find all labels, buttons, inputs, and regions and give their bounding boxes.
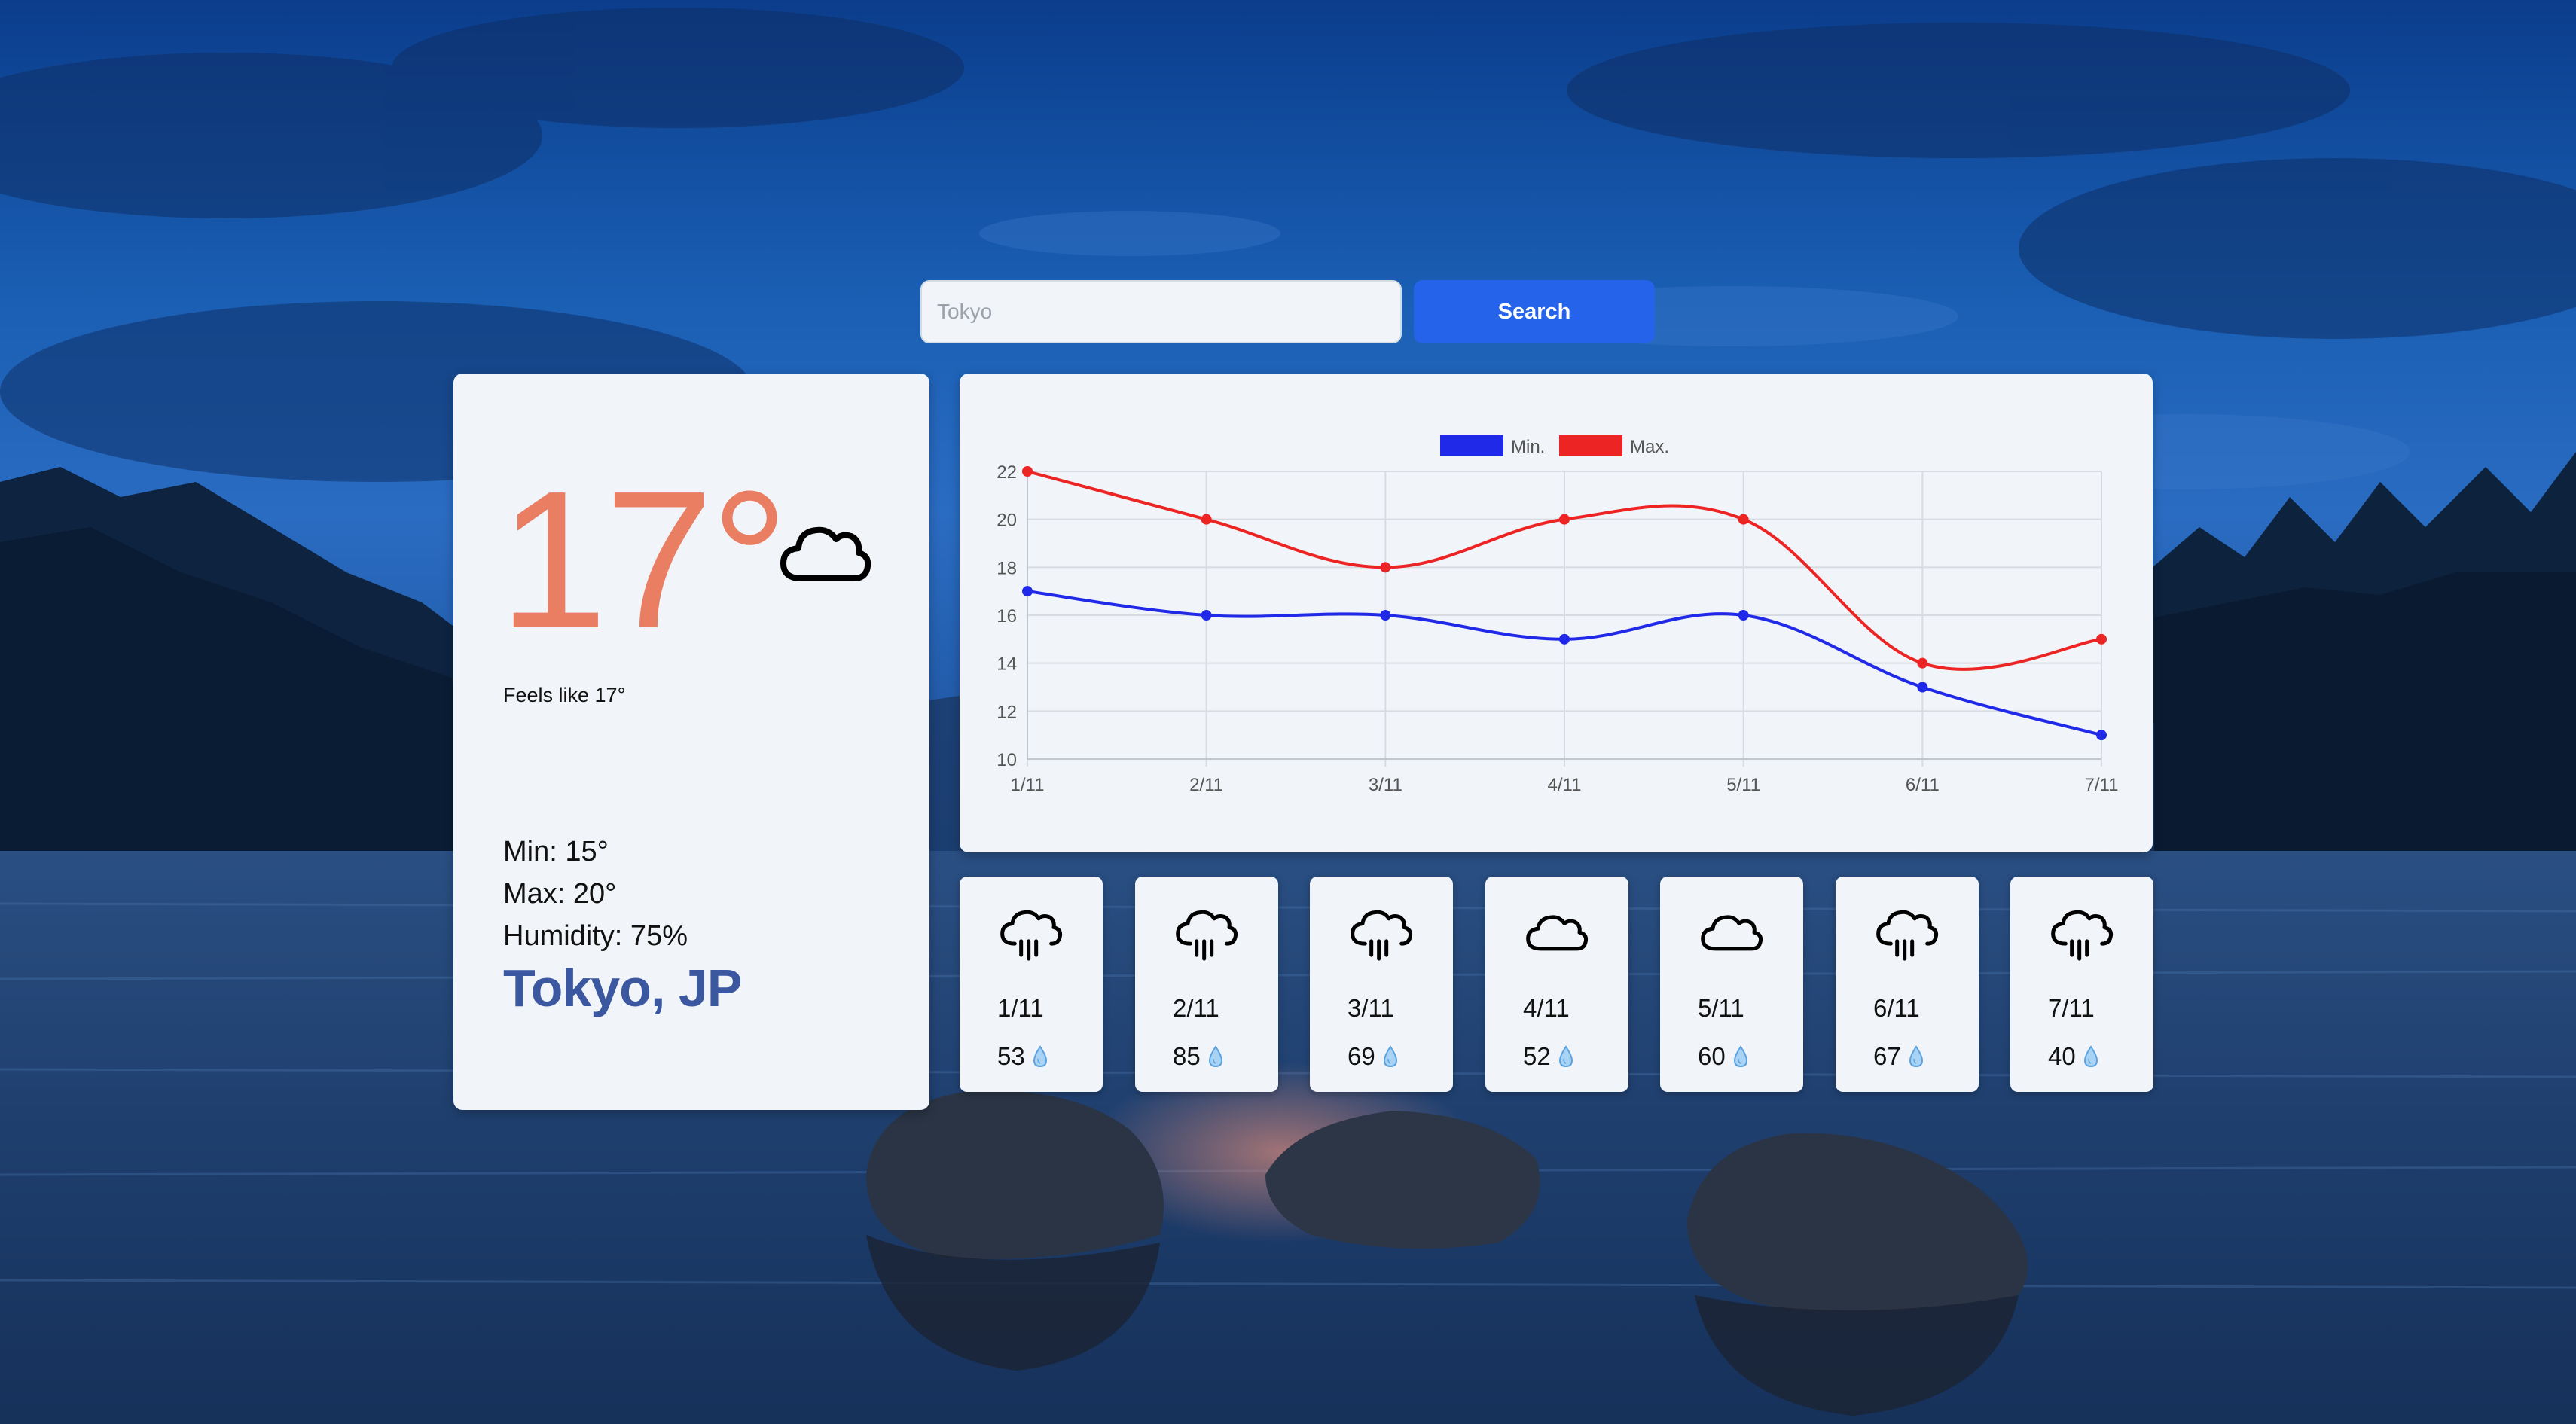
water-drop-icon [2083, 1045, 2098, 1068]
max-temp-text: Max: 20° [503, 878, 617, 910]
chart-x-tick-label: 1/11 [1011, 775, 1045, 795]
rain-cloud-icon [1876, 910, 1939, 961]
chart-data-point [1559, 514, 1570, 525]
current-temperature: 17° [499, 451, 789, 669]
water-drop-icon [1558, 1045, 1573, 1068]
forecast-date: 2/11 [1173, 994, 1219, 1022]
forecast-date: 7/11 [2048, 994, 2095, 1022]
rain-cloud-icon [1000, 910, 1063, 961]
forecast-date: 1/11 [997, 994, 1044, 1022]
cloud-icon [780, 526, 871, 581]
forecast-day-card: 3/11 69 [1310, 877, 1453, 1092]
temperature-chart-card: 10 12 14 16 18 20 22 1/11 2/11 3/11 4/11 5/11 6/11 7/… [960, 374, 2153, 852]
forecast-date: 4/11 [1523, 994, 1570, 1022]
city-name: Tokyo, JP [503, 959, 742, 1017]
rain-cloud-icon [2051, 910, 2114, 961]
forecast-day-card: 6/11 67 [1836, 877, 1979, 1092]
forecast-day-card: 1/11 53 [960, 877, 1103, 1092]
chart-data-point [1201, 514, 1212, 525]
chart-data-point [1380, 610, 1391, 621]
forecast-humidity: 67 [1873, 1042, 1925, 1071]
chart-data-point [2096, 730, 2107, 741]
forecast-humidity-value: 69 [1348, 1042, 1375, 1070]
forecast-humidity: 40 [2048, 1042, 2100, 1071]
chart-y-tick-label: 12 [997, 702, 1017, 722]
min-temp-text: Min: 15° [503, 836, 609, 868]
water-drop-icon [1383, 1045, 1397, 1068]
chart-data-point [1022, 466, 1033, 477]
current-weather-card: 17° Feels like 17° Min: 15° Max: 20° Hum… [453, 374, 929, 1110]
chart-data-point [1201, 610, 1212, 621]
chart-x-tick-label: 6/11 [1906, 775, 1940, 795]
chart-y-tick-label: 14 [997, 654, 1017, 675]
chart-data-point [1559, 633, 1570, 645]
forecast-humidity: 69 [1348, 1042, 1399, 1071]
chart-y-tick-label: 20 [997, 511, 1017, 531]
chart-data-point [2096, 633, 2107, 645]
chart-x-tick-label: 7/11 [2085, 775, 2119, 795]
chart-data-point [1022, 586, 1033, 597]
forecast-date: 5/11 [1698, 994, 1744, 1022]
chart-x-tick-label: 4/11 [1548, 775, 1582, 795]
chart-y-tick-label: 22 [997, 462, 1017, 483]
forecast-date: 3/11 [1348, 994, 1394, 1022]
chart-data-point [1917, 682, 1928, 693]
rain-cloud-icon [1176, 910, 1238, 961]
forecast-day-card: 7/11 40 [2010, 877, 2153, 1092]
cloud-icon [1526, 915, 1589, 951]
search-button[interactable]: Search [1414, 280, 1655, 343]
water-drop-icon [1208, 1045, 1222, 1068]
chart-y-tick-label: 10 [997, 750, 1017, 770]
temperature-line-chart: 10 12 14 16 18 20 22 1/11 2/11 3/11 4/11 5/11 6/11 7/… [997, 435, 2119, 795]
forecast-humidity-value: 60 [1698, 1042, 1726, 1070]
forecast-humidity-value: 40 [2048, 1042, 2076, 1070]
chart-x-tick-label: 2/11 [1189, 775, 1223, 795]
chart-y-tick-label: 18 [997, 558, 1017, 578]
chart-legend-label: Max. [1630, 437, 1669, 457]
search-input[interactable] [920, 280, 1402, 343]
cloud-icon [1701, 915, 1763, 951]
humidity-text: Humidity: 75% [503, 920, 688, 952]
chart-legend-label: Min. [1511, 437, 1545, 457]
chart-data-point [1738, 514, 1749, 525]
water-drop-icon [1733, 1045, 1747, 1068]
chart-data-point [1917, 657, 1928, 669]
forecast-date: 6/11 [1873, 994, 1920, 1022]
forecast-day-card: 5/11 60 [1660, 877, 1803, 1092]
forecast-humidity-value: 85 [1173, 1042, 1201, 1070]
forecast-humidity-value: 53 [997, 1042, 1025, 1070]
forecast-day-card: 4/11 52 [1485, 877, 1628, 1092]
chart-x-tick-label: 5/11 [1726, 775, 1760, 795]
feels-like-text: Feels like 17° [503, 684, 626, 706]
forecast-humidity-value: 67 [1873, 1042, 1901, 1070]
chart-legend-swatch [1440, 435, 1503, 456]
forecast-humidity: 52 [1523, 1042, 1575, 1071]
water-drop-icon [1033, 1045, 1047, 1068]
chart-x-tick-label: 3/11 [1369, 775, 1402, 795]
forecast-humidity: 85 [1173, 1042, 1225, 1071]
forecast-humidity-value: 52 [1523, 1042, 1551, 1070]
chart-y-tick-label: 16 [997, 606, 1017, 627]
rain-cloud-icon [1351, 910, 1413, 961]
chart-data-point [1380, 562, 1391, 573]
forecast-humidity: 60 [1698, 1042, 1750, 1071]
chart-data-point [1738, 610, 1749, 621]
forecast-humidity: 53 [997, 1042, 1049, 1071]
water-drop-icon [1909, 1045, 1923, 1068]
forecast-day-card: 2/11 85 [1135, 877, 1278, 1092]
chart-legend-swatch [1559, 435, 1622, 456]
